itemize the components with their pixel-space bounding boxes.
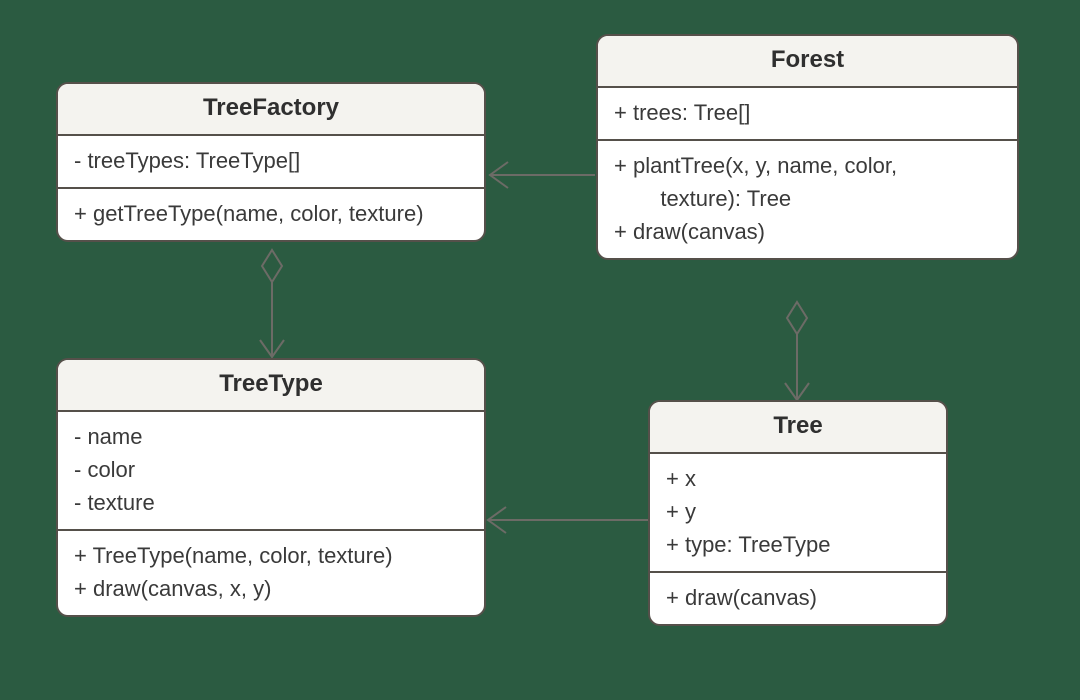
class-treefactory-attributes: - treeTypes: TreeType[] xyxy=(58,136,484,187)
class-method: + TreeType(name, color, texture) xyxy=(74,539,468,572)
uml-diagram-canvas: TreeFactory - treeTypes: TreeType[] + ge… xyxy=(0,0,1080,700)
class-attribute: - texture xyxy=(74,486,468,519)
class-treetype-methods: + TreeType(name, color, texture) + draw(… xyxy=(58,529,484,615)
class-attribute: - name xyxy=(74,420,468,453)
connector-tree-to-treetype xyxy=(488,507,648,533)
class-treefactory-title: TreeFactory xyxy=(58,84,484,136)
class-treefactory: TreeFactory - treeTypes: TreeType[] + ge… xyxy=(56,82,486,242)
class-forest: Forest + trees: Tree[] + plantTree(x, y,… xyxy=(596,34,1019,260)
class-treefactory-methods: + getTreeType(name, color, texture) xyxy=(58,187,484,240)
class-forest-methods: + plantTree(x, y, name, color, texture):… xyxy=(598,139,1017,258)
connector-treefactory-aggregates-treetype xyxy=(260,250,284,357)
class-forest-attributes: + trees: Tree[] xyxy=(598,88,1017,139)
class-attribute: + type: TreeType xyxy=(666,528,930,561)
class-method-continuation: texture): Tree xyxy=(614,182,1001,215)
class-attribute: - color xyxy=(74,453,468,486)
class-method: + draw(canvas, x, y) xyxy=(74,572,468,605)
class-tree: Tree + x + y + type: TreeType + draw(can… xyxy=(648,400,948,626)
class-method: + plantTree(x, y, name, color, xyxy=(614,149,1001,182)
class-treetype-title: TreeType xyxy=(58,360,484,412)
connector-forest-aggregates-tree xyxy=(785,302,809,400)
class-method: + getTreeType(name, color, texture) xyxy=(74,197,468,230)
class-forest-title: Forest xyxy=(598,36,1017,88)
connector-forest-to-treefactory xyxy=(490,162,595,188)
class-attribute: + x xyxy=(666,462,930,495)
class-treetype: TreeType - name - color - texture + Tree… xyxy=(56,358,486,617)
class-attribute: + y xyxy=(666,495,930,528)
class-attribute: + trees: Tree[] xyxy=(614,96,1001,129)
class-tree-methods: + draw(canvas) xyxy=(650,571,946,624)
class-treetype-attributes: - name - color - texture xyxy=(58,412,484,529)
class-method: + draw(canvas) xyxy=(614,215,1001,248)
class-attribute: - treeTypes: TreeType[] xyxy=(74,144,468,177)
class-tree-title: Tree xyxy=(650,402,946,454)
class-tree-attributes: + x + y + type: TreeType xyxy=(650,454,946,571)
class-method: + draw(canvas) xyxy=(666,581,930,614)
